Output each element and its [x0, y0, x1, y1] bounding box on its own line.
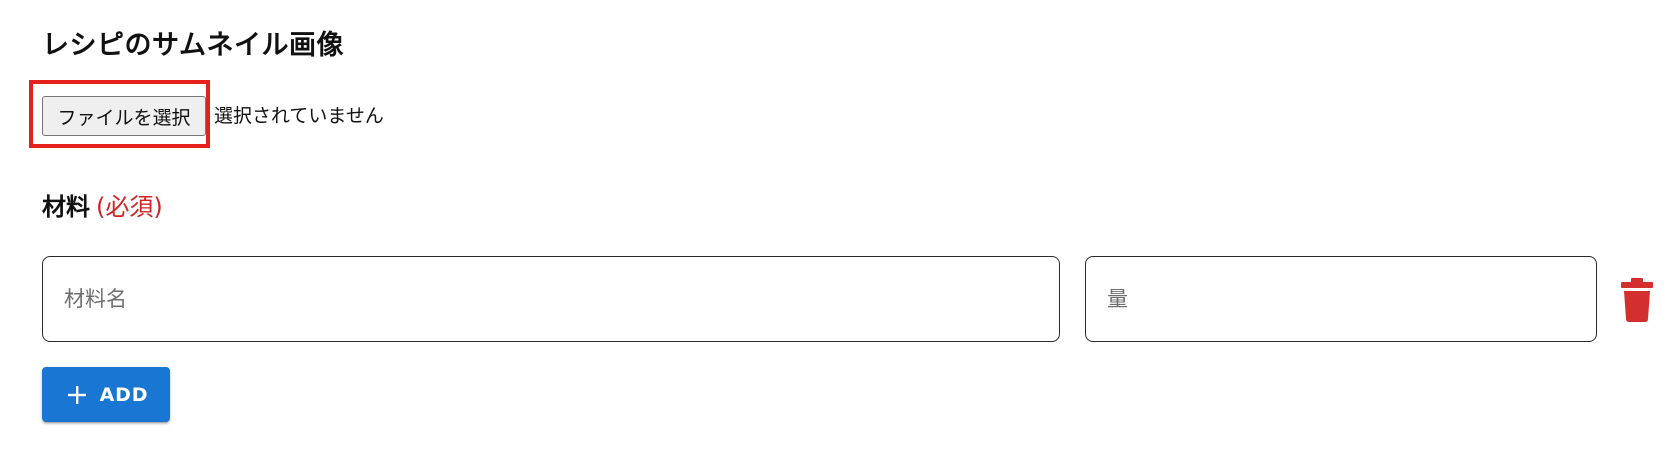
trash-icon	[1621, 278, 1653, 322]
add-ingredient-button[interactable]: ADD	[42, 367, 170, 422]
ingredients-heading: 材料 (必須)	[42, 190, 163, 224]
plus-icon	[67, 385, 86, 404]
ingredient-amount-input[interactable]	[1107, 287, 1584, 311]
ingredients-heading-label: 材料	[42, 193, 90, 221]
thumbnail-heading: レシピのサムネイル画像	[42, 30, 344, 61]
ingredient-name-input[interactable]	[64, 287, 1047, 311]
ingredient-name-field	[42, 256, 1060, 342]
add-button-label: ADD	[99, 383, 149, 406]
file-status-text: 選択されていません	[214, 105, 384, 127]
ingredient-amount-field	[1085, 256, 1597, 342]
delete-ingredient-button[interactable]	[1619, 278, 1655, 322]
choose-file-button[interactable]: ファイルを選択	[42, 96, 206, 136]
recipe-form: レシピのサムネイル画像 ファイルを選択 選択されていません 材料(必須) ADD	[0, 0, 1678, 457]
required-label: (必須)	[96, 193, 163, 221]
